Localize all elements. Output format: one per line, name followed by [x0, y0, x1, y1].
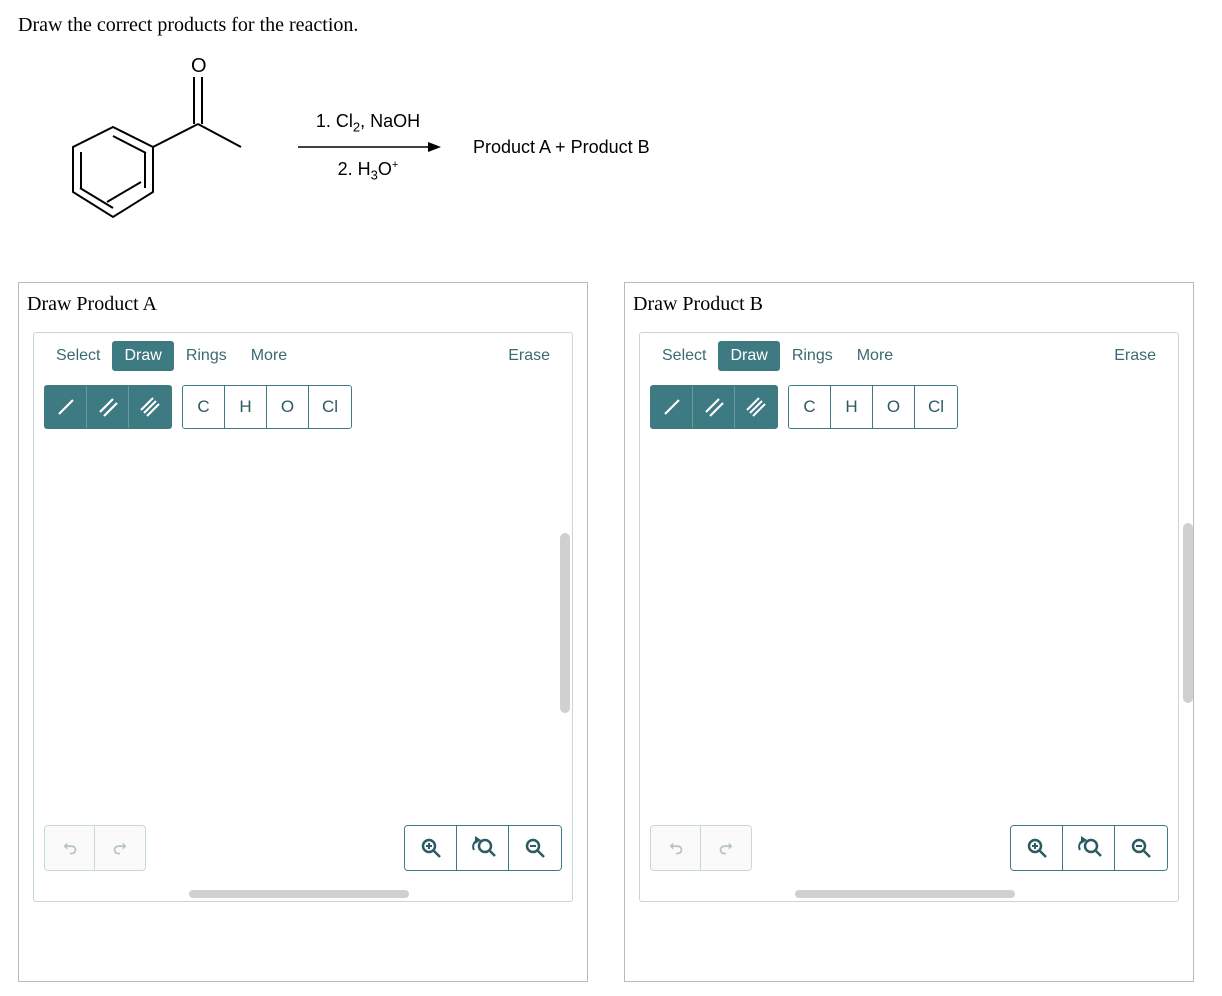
element-c-button[interactable]: C: [183, 386, 225, 428]
element-c-button[interactable]: C: [789, 386, 831, 428]
element-h-button[interactable]: H: [831, 386, 873, 428]
rings-mode-button[interactable]: Rings: [780, 341, 845, 371]
panel-b-title: Draw Product B: [625, 283, 1193, 332]
select-mode-button[interactable]: Select: [44, 341, 112, 371]
reagent-step1: 1. Cl2, NaOH: [316, 111, 420, 135]
reaction-scheme: O 1. Cl2, NaOH 2. H3O+ Product A + Produ…: [53, 52, 1204, 242]
single-bond-icon: [54, 395, 78, 419]
triple-bond-icon: [138, 395, 162, 419]
zoom-reset-icon: [1076, 836, 1102, 860]
vertical-scrollbar[interactable]: [1183, 523, 1193, 703]
undo-redo-group: [44, 825, 146, 871]
draw-mode-button[interactable]: Draw: [718, 341, 779, 371]
reaction-reagents: 1. Cl2, NaOH 2. H3O+: [293, 111, 443, 182]
bond-buttons-group: [650, 385, 778, 429]
element-buttons-group: C H O Cl: [182, 385, 352, 429]
double-bond-icon: [96, 395, 120, 419]
rings-mode-button[interactable]: Rings: [174, 341, 239, 371]
zoom-out-button[interactable]: [1115, 826, 1167, 870]
undo-redo-group: [650, 825, 752, 871]
reagent-step2: 2. H3O+: [338, 159, 399, 183]
panel-a-title: Draw Product A: [19, 283, 587, 332]
select-mode-button[interactable]: Select: [650, 341, 718, 371]
element-cl-button[interactable]: Cl: [309, 386, 351, 428]
element-cl-button[interactable]: Cl: [915, 386, 957, 428]
drawing-canvas[interactable]: [34, 439, 572, 901]
reaction-arrow-icon: [293, 137, 443, 157]
redo-button[interactable]: [95, 826, 145, 870]
editor-b: Select Draw Rings More Erase: [639, 332, 1179, 902]
zoom-in-button[interactable]: [1011, 826, 1063, 870]
single-bond-button[interactable]: [45, 386, 87, 428]
element-o-button[interactable]: O: [873, 386, 915, 428]
undo-button[interactable]: [45, 826, 95, 870]
more-mode-button[interactable]: More: [845, 341, 905, 371]
zoom-out-icon: [523, 836, 547, 860]
erase-button[interactable]: Erase: [1102, 341, 1168, 371]
undo-icon: [59, 837, 81, 859]
zoom-out-button[interactable]: [509, 826, 561, 870]
zoom-reset-button[interactable]: [457, 826, 509, 870]
mode-toolbar: Select Draw Rings More Erase: [640, 333, 1178, 375]
triple-bond-button[interactable]: [129, 386, 171, 428]
triple-bond-icon: [744, 395, 768, 419]
draw-panel-a: Draw Product A Select Draw Rings More Er…: [18, 282, 588, 982]
bond-element-toolbar: C H O Cl: [34, 375, 572, 439]
undo-icon: [665, 837, 687, 859]
draw-mode-button[interactable]: Draw: [112, 341, 173, 371]
horizontal-scrollbar[interactable]: [795, 890, 1015, 898]
zoom-out-icon: [1129, 836, 1153, 860]
zoom-reset-button[interactable]: [1063, 826, 1115, 870]
reactant-structure: O: [53, 52, 263, 242]
zoom-group: [1010, 825, 1168, 871]
products-label: Product A + Product B: [473, 137, 650, 158]
zoom-group: [404, 825, 562, 871]
zoom-reset-icon: [470, 836, 496, 860]
zoom-in-icon: [419, 836, 443, 860]
drawing-canvas[interactable]: [640, 439, 1178, 901]
horizontal-scrollbar[interactable]: [189, 890, 409, 898]
draw-panel-b: Draw Product B Select Draw Rings More Er…: [624, 282, 1194, 982]
element-o-button[interactable]: O: [267, 386, 309, 428]
more-mode-button[interactable]: More: [239, 341, 299, 371]
element-h-button[interactable]: H: [225, 386, 267, 428]
vertical-scrollbar[interactable]: [560, 533, 570, 713]
element-buttons-group: C H O Cl: [788, 385, 958, 429]
bond-buttons-group: [44, 385, 172, 429]
zoom-in-icon: [1025, 836, 1049, 860]
triple-bond-button[interactable]: [735, 386, 777, 428]
mode-toolbar: Select Draw Rings More Erase: [34, 333, 572, 375]
redo-button[interactable]: [701, 826, 751, 870]
single-bond-button[interactable]: [651, 386, 693, 428]
double-bond-button[interactable]: [87, 386, 129, 428]
double-bond-icon: [702, 395, 726, 419]
question-text: Draw the correct products for the reacti…: [18, 14, 1204, 37]
redo-icon: [715, 837, 737, 859]
editor-a: Select Draw Rings More Erase: [33, 332, 573, 902]
double-bond-button[interactable]: [693, 386, 735, 428]
bond-element-toolbar: C H O Cl: [640, 375, 1178, 439]
single-bond-icon: [660, 395, 684, 419]
redo-icon: [109, 837, 131, 859]
svg-text:O: O: [191, 55, 207, 77]
zoom-in-button[interactable]: [405, 826, 457, 870]
undo-button[interactable]: [651, 826, 701, 870]
erase-button[interactable]: Erase: [496, 341, 562, 371]
